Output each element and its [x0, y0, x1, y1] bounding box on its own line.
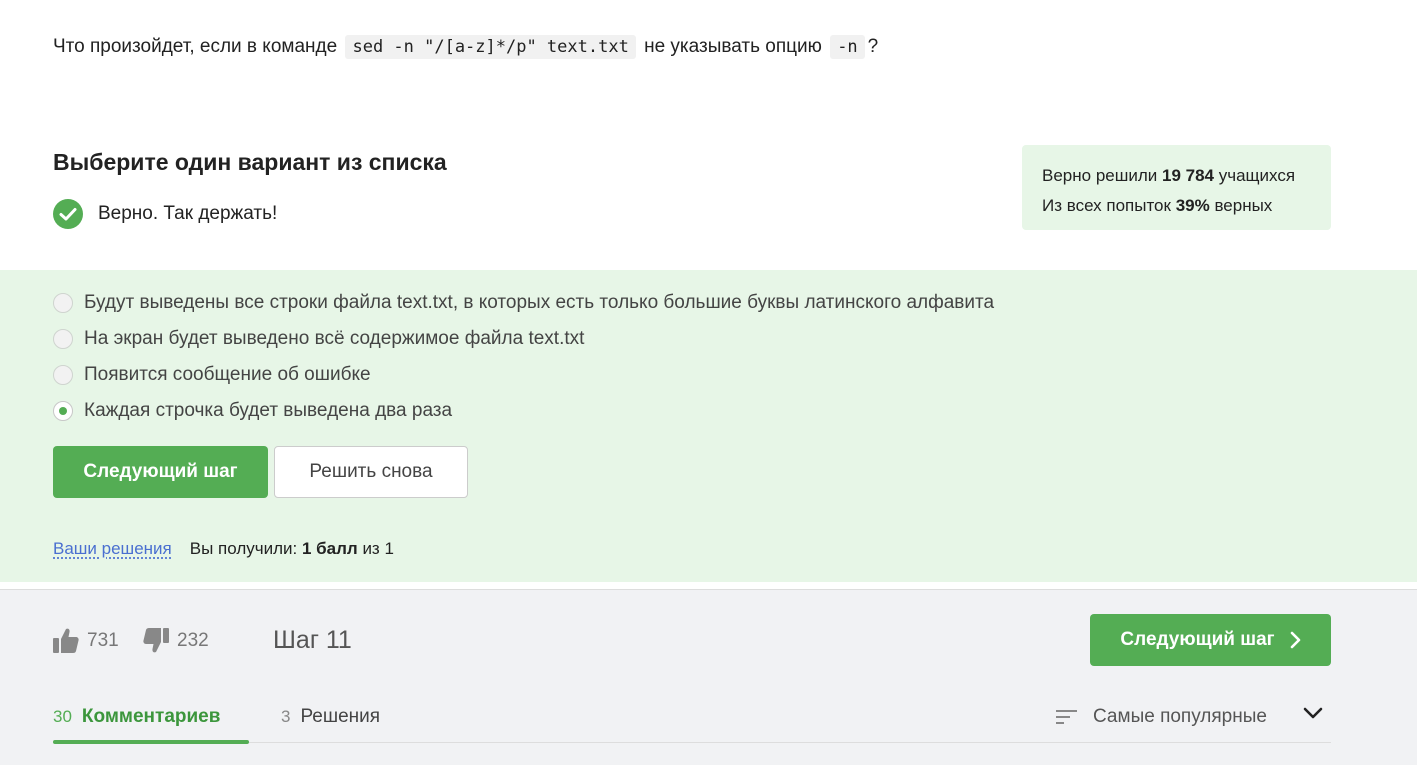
check-circle-icon	[53, 199, 83, 229]
like-button[interactable]: 731	[53, 627, 119, 654]
comments-label: Комментариев	[81, 706, 221, 727]
solutions-count: 3	[281, 707, 291, 726]
answers-area	[0, 270, 1417, 582]
option-label: Будут выведены все строки файла text.txt…	[84, 292, 995, 313]
verdict-text: Верно. Так держать!	[98, 203, 278, 224]
option-label: Каждая строчка будет выведена два раза	[84, 400, 453, 421]
tab-comments[interactable]: 30 Комментариев	[53, 706, 220, 728]
sort-icon	[1056, 710, 1077, 724]
option-code: -n	[830, 35, 865, 59]
chevron-down-icon[interactable]	[1303, 706, 1323, 725]
thumbs-up-icon	[53, 628, 79, 653]
question-text: Что произойдет, если в команде sed -n "/…	[53, 34, 878, 60]
stats-box: Верно решили 19 784 учащихся Из всех поп…	[1022, 145, 1331, 230]
points-total: из 1	[362, 539, 394, 558]
step-label: Шаг 11	[273, 626, 352, 654]
solved-count: 19 784	[1162, 166, 1215, 185]
next-step-footer-button[interactable]: Следующий шаг	[1090, 614, 1331, 666]
solutions-line: Ваши решения Вы получили: 1 балл из 1	[53, 539, 394, 559]
radio-button-selected[interactable]	[53, 401, 73, 421]
next-step-label: Следующий шаг	[1120, 629, 1275, 650]
like-count: 731	[87, 629, 119, 651]
question-middle: не указывать опцию	[644, 36, 822, 57]
option-3[interactable]: Появится сообщение об ошибке	[53, 364, 371, 386]
comments-count: 30	[53, 707, 72, 726]
next-step-button[interactable]: Следующий шаг	[53, 446, 268, 498]
sort-label: Самые популярные	[1093, 706, 1267, 727]
question-suffix: ?	[867, 36, 879, 57]
radio-button[interactable]	[53, 329, 73, 349]
verdict: Верно. Так держать!	[53, 199, 277, 229]
solutions-label: Решения	[300, 706, 381, 727]
question-prefix: Что произойдет, если в команде	[53, 36, 338, 57]
received-prefix: Вы получили:	[189, 539, 298, 558]
attempts-prefix: Из всех попыток	[1042, 196, 1171, 215]
chevron-right-icon	[1289, 631, 1301, 649]
score-text: Вы получили: 1 балл из 1	[190, 539, 394, 559]
attempts-suffix: верных	[1214, 196, 1273, 215]
points-value: 1 балл	[301, 539, 358, 558]
solved-stat: Верно решили 19 784 учащихся	[1042, 161, 1311, 191]
option-4[interactable]: Каждая строчка будет выведена два раза	[53, 400, 452, 422]
solved-prefix: Верно решили	[1042, 166, 1158, 185]
thumbs-down-icon	[143, 628, 169, 653]
dislike-count: 232	[177, 629, 209, 651]
your-solutions-link[interactable]: Ваши решения	[53, 539, 172, 559]
retry-button[interactable]: Решить снова	[274, 446, 468, 498]
attempts-percent: 39%	[1175, 196, 1210, 215]
dislike-button[interactable]: 232	[143, 627, 209, 654]
command-code: sed -n "/[a-z]*/p" text.txt	[345, 35, 636, 59]
solved-suffix: учащихся	[1218, 166, 1296, 185]
option-label: Появится сообщение об ошибке	[84, 364, 371, 385]
sort-dropdown[interactable]: Самые популярные	[1056, 706, 1267, 728]
choose-title: Выберите один вариант из списка	[53, 149, 447, 175]
option-1[interactable]: Будут выведены все строки файла text.txt…	[53, 292, 994, 314]
radio-button[interactable]	[53, 365, 73, 385]
active-tab-indicator	[53, 740, 249, 744]
option-label: На экран будет выведено всё содержимое ф…	[84, 328, 585, 349]
option-2[interactable]: На экран будет выведено всё содержимое ф…	[53, 328, 584, 350]
attempts-stat: Из всех попыток 39% верных	[1042, 191, 1311, 221]
radio-button[interactable]	[53, 293, 73, 313]
tab-solutions[interactable]: 3 Решения	[281, 706, 380, 728]
